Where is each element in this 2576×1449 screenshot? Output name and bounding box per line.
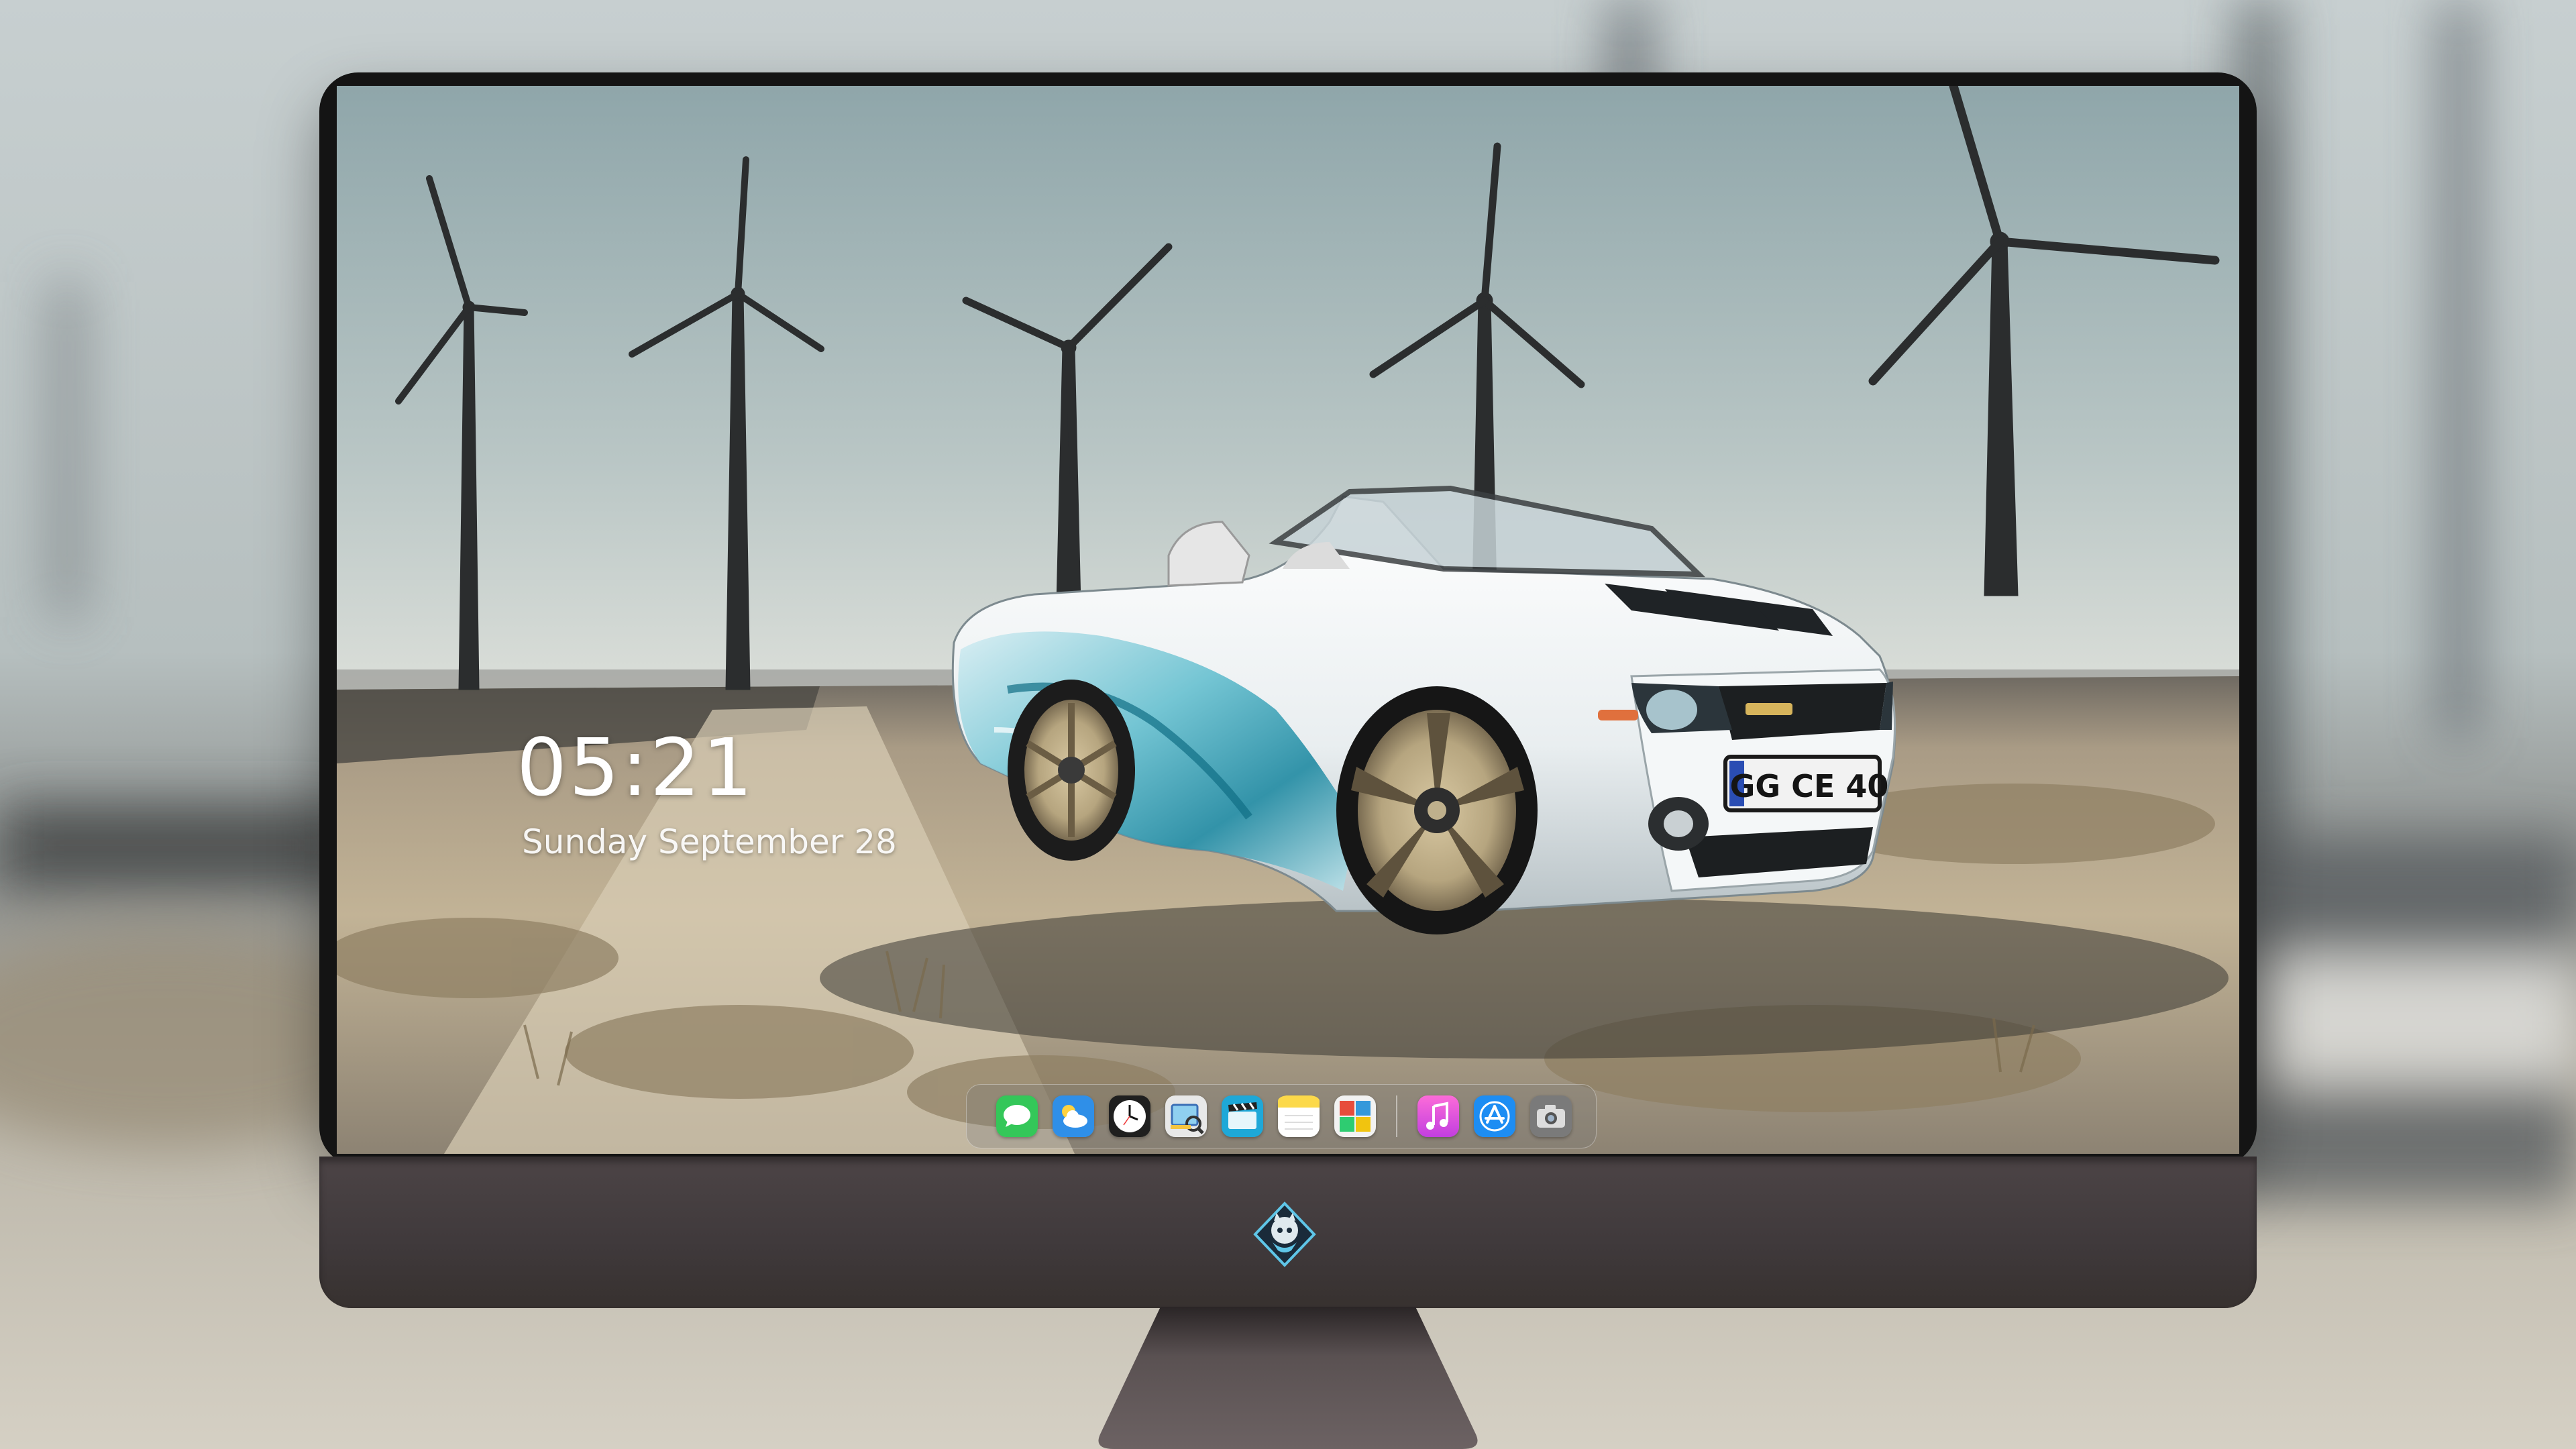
clapperboard-icon[interactable] bbox=[1222, 1095, 1263, 1137]
preview-icon[interactable] bbox=[1165, 1095, 1207, 1137]
notes-icon[interactable] bbox=[1278, 1095, 1320, 1137]
messages-icon[interactable] bbox=[996, 1095, 1038, 1137]
music-icon[interactable] bbox=[1417, 1095, 1459, 1137]
app-dock bbox=[966, 1084, 1597, 1148]
desktop-screen: GG CE 40 bbox=[337, 86, 2239, 1154]
photo-booth-icon[interactable] bbox=[1334, 1095, 1376, 1137]
app-store-icon[interactable] bbox=[1474, 1095, 1515, 1137]
wallpaper-image: GG CE 40 bbox=[337, 86, 2239, 1154]
lock-screen-time: 05:21 bbox=[517, 721, 755, 814]
clock-icon[interactable] bbox=[1109, 1095, 1150, 1137]
lock-screen-date: Sunday September 28 bbox=[522, 822, 897, 861]
monitor-stand bbox=[1098, 1307, 1478, 1449]
license-plate-text: GG CE 40 bbox=[1730, 768, 1889, 804]
camera-icon[interactable] bbox=[1530, 1095, 1572, 1137]
dock-separator bbox=[1396, 1095, 1397, 1137]
brand-logo-icon bbox=[1253, 1201, 1316, 1267]
weather-icon[interactable] bbox=[1053, 1095, 1094, 1137]
